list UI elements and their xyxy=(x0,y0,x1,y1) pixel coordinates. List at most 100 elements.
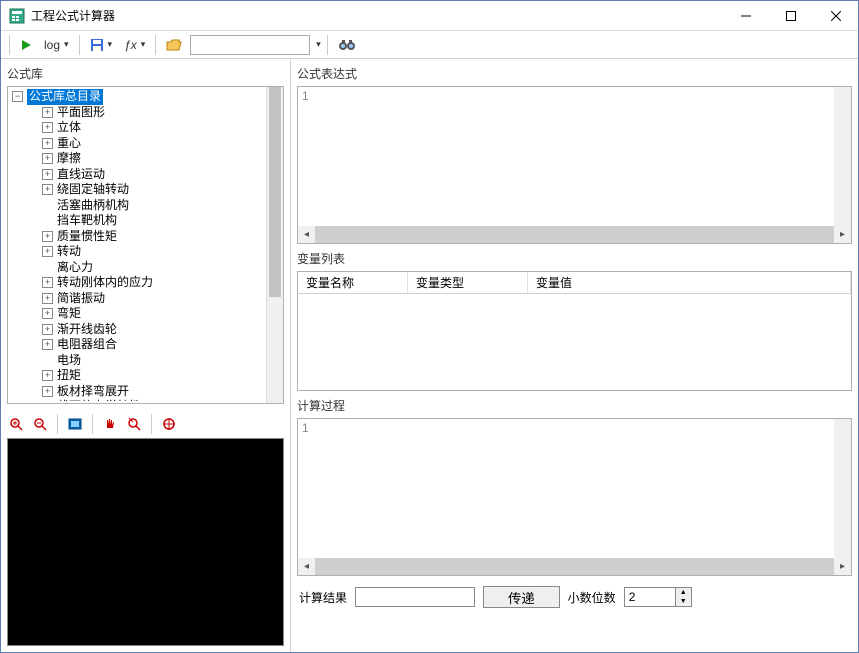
scroll-right-icon[interactable]: ▸ xyxy=(834,226,851,243)
close-button[interactable] xyxy=(813,1,858,30)
expand-icon[interactable]: + xyxy=(42,231,53,242)
zoom-out-button[interactable] xyxy=(31,415,49,433)
tree-item[interactable]: +质量惯性矩 xyxy=(12,229,266,245)
hand-icon xyxy=(103,417,117,431)
proc-hscrollbar[interactable]: ◂ ▸ xyxy=(298,558,851,575)
tree-item[interactable]: +扭矩 xyxy=(12,368,266,384)
expand-icon[interactable]: + xyxy=(42,386,53,397)
maximize-icon xyxy=(786,11,796,21)
expand-icon[interactable]: + xyxy=(42,246,53,257)
tree-item[interactable]: +立体 xyxy=(12,120,266,136)
tree-item[interactable]: +挡车靶机构 xyxy=(12,213,266,229)
maximize-button[interactable] xyxy=(768,1,813,30)
save-button[interactable]: ▾ xyxy=(86,34,117,56)
chevron-down-icon: ▾ xyxy=(108,39,113,50)
expand-icon[interactable]: + xyxy=(42,122,53,133)
collapse-icon[interactable]: − xyxy=(12,91,23,102)
tree-item[interactable]: + 平面图形 xyxy=(12,105,266,121)
process-label: 计算过程 xyxy=(291,391,858,418)
transfer-button[interactable]: 传递 xyxy=(483,586,560,608)
path-combo[interactable] xyxy=(190,35,310,55)
expand-icon[interactable]: + xyxy=(42,277,53,288)
formula-tree: − 公式库总目录 +平面图形+立体+重心+摩擦+直线运动+绕固定轴转动+活塞曲柄… xyxy=(7,86,284,404)
tree-item[interactable]: +电阻器组合 xyxy=(12,337,266,353)
tree-item[interactable]: +截面的力学特性 xyxy=(12,399,266,401)
expand-icon[interactable]: + xyxy=(42,324,53,335)
find-button[interactable] xyxy=(334,34,360,56)
scroll-track[interactable] xyxy=(315,226,834,243)
result-output[interactable] xyxy=(355,587,475,607)
tree-root-label[interactable]: 公式库总目录 xyxy=(27,89,103,105)
tree-body[interactable]: − 公式库总目录 +平面图形+立体+重心+摩擦+直线运动+绕固定轴转动+活塞曲柄… xyxy=(12,89,266,401)
tree-item[interactable]: + 绕固定轴转动 xyxy=(12,182,266,198)
titlebar: 工程公式计算器 xyxy=(1,1,858,31)
tree-item[interactable]: +活塞曲柄机构 xyxy=(12,198,266,214)
fit-screen-button[interactable] xyxy=(66,415,84,433)
expand-icon[interactable]: + xyxy=(42,169,53,180)
expand-icon[interactable]: + xyxy=(42,293,53,304)
play-icon xyxy=(20,39,32,51)
tree-item[interactable]: + 直线运动 xyxy=(12,167,266,183)
tree-item[interactable]: +简谐振动 xyxy=(12,291,266,307)
proc-vscrollbar[interactable] xyxy=(834,419,851,558)
expr-hscrollbar[interactable]: ◂ ▸ xyxy=(298,226,851,243)
col-var-value[interactable]: 变量值 xyxy=(528,272,851,293)
tree-item-label: 重心 xyxy=(57,136,81,152)
expand-icon[interactable]: + xyxy=(42,370,53,381)
tree-item[interactable]: +渐开线齿轮 xyxy=(12,322,266,338)
scroll-track[interactable] xyxy=(315,558,834,575)
expand-icon[interactable]: + xyxy=(42,339,53,350)
tree-item[interactable]: + 重心 xyxy=(12,136,266,152)
fit-screen-icon xyxy=(68,417,82,431)
process-editor[interactable]: 1 ◂ ▸ xyxy=(297,418,852,576)
tree-item[interactable]: +转动刚体内的应力 xyxy=(12,275,266,291)
tree-item[interactable]: +转动 xyxy=(12,244,266,260)
fx-button[interactable]: ƒx ▾ xyxy=(120,34,149,56)
scroll-left-icon[interactable]: ◂ xyxy=(298,558,315,575)
preview-canvas[interactable] xyxy=(7,438,284,646)
chevron-down-icon: ▾ xyxy=(64,39,69,50)
pan-button[interactable] xyxy=(101,415,119,433)
expand-icon[interactable]: + xyxy=(42,107,53,118)
actual-size-button[interactable] xyxy=(160,415,178,433)
decimals-spinner[interactable]: ▲ ▼ xyxy=(624,587,692,607)
open-button[interactable] xyxy=(162,34,186,56)
tree-item[interactable]: +摩擦 xyxy=(12,151,266,167)
expand-icon[interactable]: + xyxy=(42,308,53,319)
zoom-region-icon xyxy=(127,417,141,431)
expr-vscrollbar[interactable] xyxy=(834,87,851,226)
tree-item-label: 直线运动 xyxy=(57,167,105,183)
run-button[interactable] xyxy=(16,34,36,56)
minimize-button[interactable] xyxy=(723,1,768,30)
tree-item[interactable]: +弯矩 xyxy=(12,306,266,322)
log-button[interactable]: log ▾ xyxy=(40,34,73,56)
col-var-name[interactable]: 变量名称 xyxy=(298,272,408,293)
table-header: 变量名称 变量类型 变量值 xyxy=(298,272,851,294)
tree-item[interactable]: + 板材择弯展开 xyxy=(12,384,266,400)
expand-icon[interactable]: + xyxy=(42,184,53,195)
tree-item-label: 平面图形 xyxy=(57,105,105,121)
scroll-right-icon[interactable]: ▸ xyxy=(834,558,851,575)
col-var-type[interactable]: 变量类型 xyxy=(408,272,528,293)
variables-table[interactable]: 变量名称 变量类型 变量值 xyxy=(297,271,852,391)
tree-item-label: 板材择弯展开 xyxy=(57,384,129,400)
zoom-region-button[interactable] xyxy=(125,415,143,433)
expand-icon[interactable]: + xyxy=(42,138,53,149)
spinner-up-icon[interactable]: ▲ xyxy=(676,588,691,597)
tree-scrollbar[interactable] xyxy=(266,87,283,403)
fx-label: ƒx xyxy=(124,38,137,52)
tree-item[interactable]: +电场 xyxy=(12,353,266,369)
right-panel: 公式表达式 1 ◂ ▸ 变量列表 变量名称 变量类型 变量值 计算过程 xyxy=(291,59,858,652)
scrollbar-thumb[interactable] xyxy=(269,87,281,297)
chevron-down-icon[interactable]: ▾ xyxy=(316,39,321,50)
tree-item-label: 绕固定轴转动 xyxy=(57,182,129,198)
preview-toolbar xyxy=(1,412,290,436)
decimals-input[interactable] xyxy=(625,588,675,606)
spinner-down-icon[interactable]: ▼ xyxy=(676,597,691,606)
tree-item[interactable]: +离心力 xyxy=(12,260,266,276)
scroll-left-icon[interactable]: ◂ xyxy=(298,226,315,243)
tree-root[interactable]: − 公式库总目录 xyxy=(12,89,266,105)
expand-icon[interactable]: + xyxy=(42,153,53,164)
zoom-in-button[interactable] xyxy=(7,415,25,433)
expression-editor[interactable]: 1 ◂ ▸ xyxy=(297,86,852,244)
